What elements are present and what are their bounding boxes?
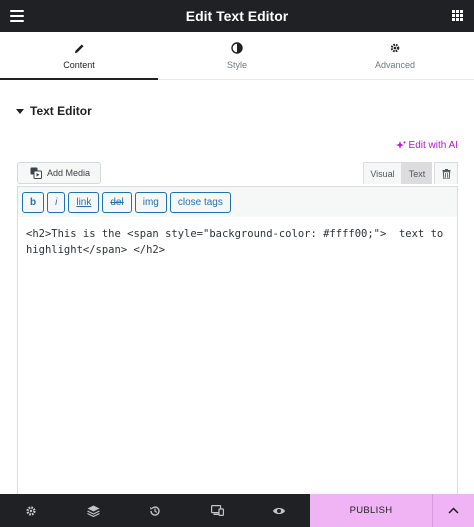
devices-icon [210, 505, 224, 516]
text-editor: Add Media Visual Text b i link del img c… [17, 162, 458, 495]
eye-icon [273, 507, 285, 514]
publish-options-button[interactable] [432, 494, 474, 527]
half-circle-icon [230, 41, 244, 55]
gear-icon [388, 41, 402, 55]
hamburger-icon[interactable] [10, 9, 24, 23]
add-media-label: Add Media [47, 168, 91, 178]
caret-down-icon [16, 108, 24, 114]
tab-style-label: Style [226, 60, 247, 70]
grid-icon[interactable] [452, 10, 463, 21]
publish-button[interactable]: PUBLISH [310, 494, 432, 527]
tab-advanced-label: Advanced [374, 60, 416, 70]
link-button[interactable]: link [68, 191, 100, 213]
gear-icon [26, 505, 36, 516]
responsive-button[interactable] [186, 494, 248, 527]
text-tab[interactable]: Text [402, 162, 432, 184]
layers-icon [86, 505, 100, 517]
visual-tab[interactable]: Visual [363, 162, 402, 184]
trash-icon [442, 168, 450, 179]
tab-advanced[interactable]: Advanced [316, 32, 474, 79]
chevron-up-icon [448, 507, 459, 514]
sparkle-icon [395, 140, 406, 149]
bottom-bar: PUBLISH [0, 494, 474, 527]
section-toggle[interactable]: Text Editor [16, 104, 92, 118]
panel-title: Edit Text Editor [185, 8, 289, 24]
editor-mode-tabs: Visual Text [363, 162, 458, 184]
add-media-button[interactable]: Add Media [17, 162, 102, 184]
tab-style[interactable]: Style [158, 32, 316, 79]
history-icon [150, 505, 160, 516]
bold-button[interactable]: b [22, 191, 45, 213]
media-icon [30, 167, 42, 179]
edit-with-ai-link[interactable]: Edit with AI [395, 140, 458, 151]
edit-with-ai-label: Edit with AI [408, 140, 458, 151]
tab-content-label: Content [63, 60, 95, 70]
navigator-button[interactable] [62, 494, 124, 527]
quicktags-toolbar: b i link del img close tags [17, 186, 458, 218]
preview-button[interactable] [248, 494, 310, 527]
close-tags-button[interactable]: close tags [169, 191, 231, 213]
italic-button[interactable]: i [47, 191, 66, 213]
panel-tabs: Content Style Advanced [0, 32, 474, 80]
trash-button[interactable] [434, 162, 458, 184]
history-button[interactable] [124, 494, 186, 527]
settings-button[interactable] [0, 494, 62, 527]
pencil-icon [72, 41, 86, 55]
tab-content[interactable]: Content [0, 32, 158, 80]
section-title: Text Editor [30, 104, 92, 118]
image-button[interactable]: img [134, 191, 167, 213]
top-bar: Edit Text Editor [0, 0, 474, 32]
html-textarea[interactable]: <h2>This is the <span style="background-… [17, 217, 458, 495]
delete-button[interactable]: del [102, 191, 132, 213]
